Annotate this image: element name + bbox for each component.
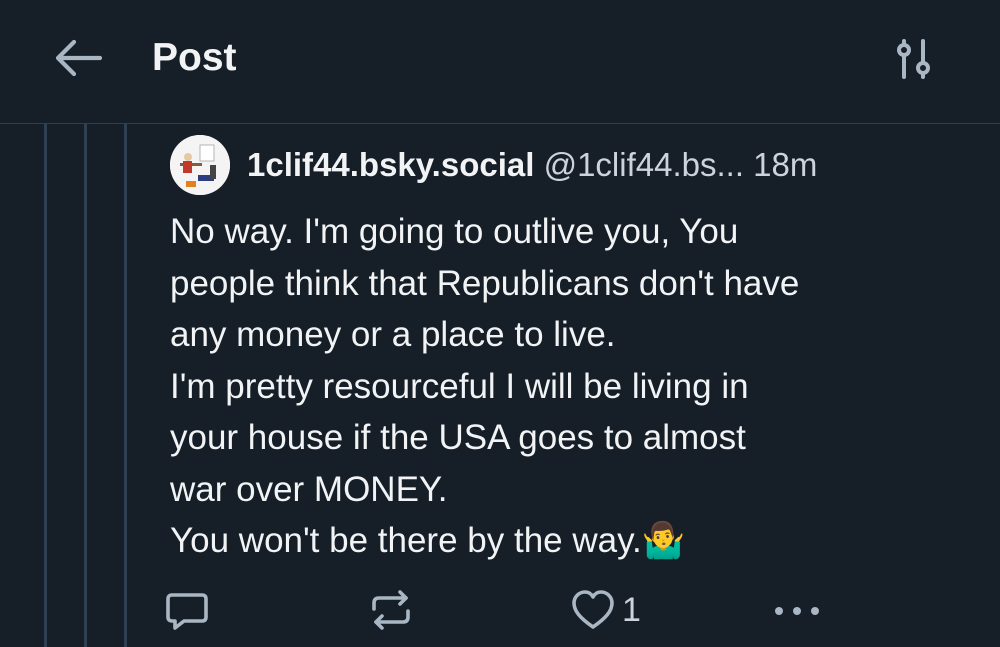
sliders-icon: [897, 39, 930, 79]
post-text-line: your house if the USA goes to almost: [170, 418, 746, 457]
thread-line: [124, 124, 127, 647]
post-text-line: any money or a place to live.: [170, 315, 616, 354]
post-text-line: war over MONEY.: [170, 469, 448, 509]
arrow-left-icon: [55, 39, 103, 77]
reply-button[interactable]: [164, 585, 210, 635]
back-button[interactable]: [48, 30, 108, 86]
post-text-line: people think that Republicans don't have: [170, 263, 800, 303]
more-options-button[interactable]: [770, 585, 824, 635]
top-bar: Post: [0, 0, 1000, 124]
like-count: 1: [622, 590, 641, 629]
repost-icon: [372, 590, 410, 630]
post-text-line: No way. I'm going to outlive you, You: [170, 212, 739, 251]
author-handle[interactable]: 1clif44.bsky.social: [247, 146, 534, 183]
repost-button[interactable]: [368, 585, 414, 635]
author-at-handle[interactable]: @1clif44.bs...: [544, 146, 744, 183]
reply-bubble-icon: [166, 593, 208, 630]
post-timestamp[interactable]: 18m: [753, 146, 817, 183]
post-actions: 1: [0, 585, 1000, 635]
like-button[interactable]: 1: [570, 585, 641, 635]
post-meta: 1clif44.bsky.social @1clif44.bs... 18m: [247, 140, 987, 190]
heart-icon: [572, 590, 614, 629]
thread-line: [84, 124, 87, 647]
post-text: No way. I'm going to outlive you, You pe…: [170, 206, 970, 567]
avatar[interactable]: [170, 135, 230, 195]
thread-settings-button[interactable]: [884, 32, 944, 86]
thread-line: [44, 124, 47, 647]
page-title: Post: [152, 36, 237, 79]
post-text-line: I'm pretty resourceful I will be living …: [170, 366, 749, 406]
avatar-image: [170, 135, 230, 195]
post-text-line: You won't be there by the way.🤷‍♂️: [170, 521, 686, 560]
more-dots-icon: [775, 607, 819, 615]
